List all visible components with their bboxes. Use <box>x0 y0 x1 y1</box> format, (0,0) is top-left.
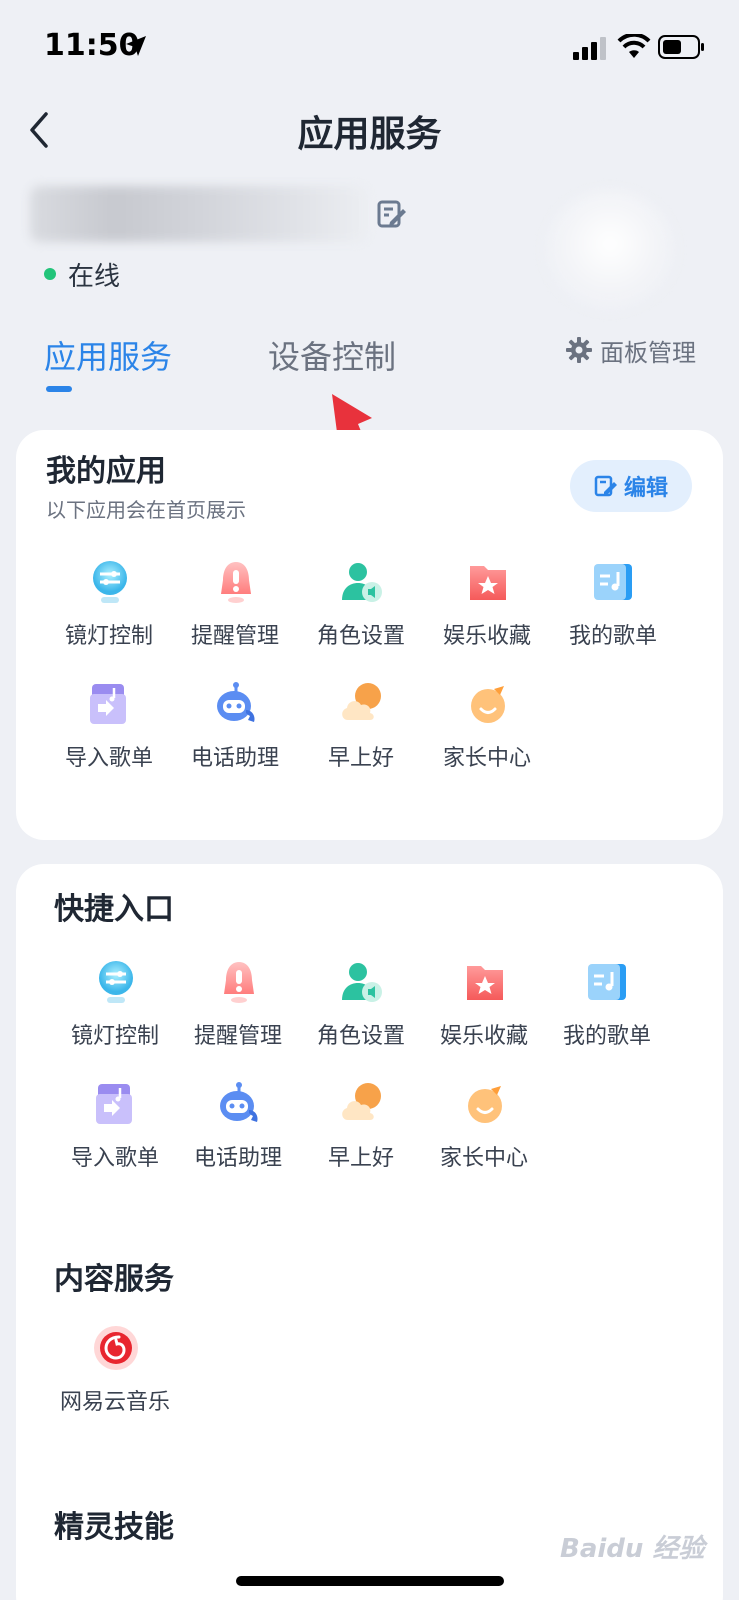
gear-icon <box>566 337 592 363</box>
edit-apps-label: 编辑 <box>623 476 668 501</box>
spirit-skills-title: 精灵技能 <box>54 1510 174 1545</box>
quick-access-title: 快捷入口 <box>54 892 174 927</box>
app-item-mirror-light[interactable]: 镜灯控制 <box>50 958 180 1068</box>
app-item-robot-phone[interactable]: 电话助理 <box>173 1080 303 1190</box>
home-indicator[interactable] <box>236 1576 504 1586</box>
app-item-import-playlist[interactable]: 导入歌单 <box>50 1080 180 1190</box>
app-item-star-folder[interactable]: 娱乐收藏 <box>422 558 552 668</box>
app-item-bell[interactable]: 提醒管理 <box>170 558 300 668</box>
app-label: 导入歌单 <box>70 1146 159 1171</box>
star-folder-icon <box>470 566 506 600</box>
playlist-icon <box>588 964 626 1000</box>
page-title: 应用服务 <box>297 114 442 155</box>
app-item-bell[interactable]: 提醒管理 <box>173 958 303 1068</box>
edit-apps-button[interactable]: 编辑 <box>570 460 692 512</box>
app-label: 家长中心 <box>439 1146 528 1171</box>
app-item-user-voice[interactable]: 角色设置 <box>296 958 426 1068</box>
app-label: 导入歌单 <box>64 746 153 771</box>
app-label: 提醒管理 <box>193 1024 282 1049</box>
edit-name-icon[interactable] <box>376 198 408 230</box>
app-item-netease-music[interactable]: 网易云音乐 <box>50 1324 180 1434</box>
app-item-star-folder[interactable]: 娱乐收藏 <box>419 958 549 1068</box>
app-item-child-face[interactable]: 家长中心 <box>419 1080 549 1190</box>
app-label: 角色设置 <box>316 1024 405 1049</box>
app-label: 早上好 <box>327 746 394 771</box>
netease-music-icon <box>94 1326 138 1370</box>
bell-icon <box>224 962 254 1003</box>
location-arrow-icon <box>126 36 146 56</box>
my-apps-title: 我的应用 <box>46 454 166 489</box>
app-label: 早上好 <box>327 1146 394 1171</box>
content-services-title: 内容服务 <box>54 1262 174 1297</box>
active-tab-indicator <box>46 386 72 392</box>
app-label: 网易云音乐 <box>59 1390 170 1415</box>
import-playlist-icon <box>90 684 126 724</box>
app-label: 角色设置 <box>316 624 405 649</box>
app-label: 提醒管理 <box>190 624 279 649</box>
child-face-icon <box>468 1086 502 1123</box>
tab-app-services[interactable]: 应用服务 <box>44 332 172 378</box>
battery-icon <box>658 35 704 59</box>
watermark: Baidu 经验 <box>560 1534 705 1564</box>
robot-phone-icon <box>220 1082 258 1122</box>
edit-icon <box>594 475 617 497</box>
app-label: 娱乐收藏 <box>442 624 531 649</box>
online-status-dot <box>44 268 56 280</box>
app-label: 镜灯控制 <box>70 1024 159 1049</box>
device-image <box>545 190 675 310</box>
quick-access-card: 快捷入口 镜灯控制 提醒管理 角色设置 娱乐收藏 我的歌单导入歌单 电话助理 早上好 家长中心… <box>16 864 723 1600</box>
user-voice-icon <box>342 963 382 1002</box>
app-item-child-face[interactable]: 家长中心 <box>422 680 552 790</box>
user-voice-icon <box>342 563 382 602</box>
wifi-icon <box>617 34 651 58</box>
my-apps-card: 我的应用 以下应用会在首页展示 编辑 镜灯控制 提醒管理 角色设置 娱乐收藏 我的歌单导… <box>16 430 723 840</box>
app-label: 镜灯控制 <box>64 624 153 649</box>
app-label: 家长中心 <box>442 746 531 771</box>
app-item-import-playlist[interactable]: 导入歌单 <box>44 680 174 790</box>
app-item-sun-cloud[interactable]: 早上好 <box>296 680 426 790</box>
my-apps-subtitle: 以下应用会在首页展示 <box>46 498 246 522</box>
app-item-sun-cloud[interactable]: 早上好 <box>296 1080 426 1190</box>
bell-icon <box>221 562 251 603</box>
tab-bar: 应用服务 设备控制 面板管理 <box>0 320 739 400</box>
app-label: 我的歌单 <box>562 1024 651 1049</box>
device-name-blurred <box>30 186 368 242</box>
sun-cloud-icon <box>342 1083 381 1120</box>
status-bar: 11:50 <box>0 0 739 90</box>
app-item-playlist[interactable]: 我的歌单 <box>542 958 672 1068</box>
sun-cloud-icon <box>342 683 381 720</box>
app-label: 我的歌单 <box>568 624 657 649</box>
child-face-icon <box>471 686 505 723</box>
import-playlist-icon <box>96 1084 132 1124</box>
app-label: 电话助理 <box>193 1146 282 1171</box>
app-item-user-voice[interactable]: 角色设置 <box>296 558 426 668</box>
app-label: 娱乐收藏 <box>439 1024 528 1049</box>
app-label: 电话助理 <box>190 746 279 771</box>
navigation-bar: 应用服务 <box>0 95 739 165</box>
playlist-icon <box>594 564 632 600</box>
star-folder-icon <box>467 966 503 1000</box>
app-item-playlist[interactable]: 我的歌单 <box>548 558 678 668</box>
tab-device-control[interactable]: 设备控制 <box>268 332 396 378</box>
mirror-light-icon <box>93 561 127 603</box>
app-item-mirror-light[interactable]: 镜灯控制 <box>44 558 174 668</box>
online-status-text: 在线 <box>68 262 121 292</box>
app-item-robot-phone[interactable]: 电话助理 <box>170 680 300 790</box>
panel-manage-label: 面板管理 <box>600 338 696 367</box>
cellular-signal-icon <box>573 37 606 60</box>
panel-manage-button[interactable]: 面板管理 <box>566 334 696 367</box>
mirror-light-icon <box>99 961 133 1003</box>
robot-phone-icon <box>217 682 255 722</box>
